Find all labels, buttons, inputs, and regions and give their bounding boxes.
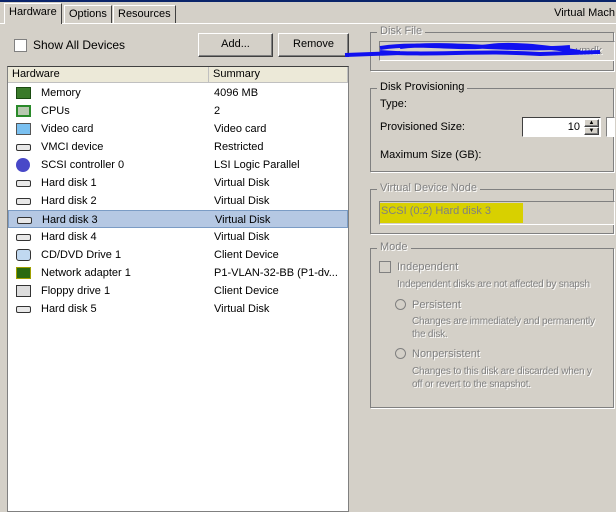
device-name: Hard disk 1: [41, 177, 97, 189]
device-name: CPUs: [41, 105, 70, 117]
device-summary: Client Device: [214, 249, 279, 261]
device-row[interactable]: Memory 4096 MB: [8, 84, 348, 102]
device-row[interactable]: Hard disk 5 Virtual Disk: [8, 300, 348, 318]
device-row[interactable]: Hard disk 1 Virtual Disk: [8, 174, 348, 192]
device-summary: Client Device: [214, 285, 279, 297]
monitor-icon: [16, 123, 31, 135]
column-header-hardware[interactable]: Hardware: [8, 67, 209, 83]
device-row[interactable]: Hard disk 3 Virtual Disk: [8, 210, 348, 228]
device-name: Hard disk 5: [41, 303, 97, 315]
tab-resources[interactable]: Resources: [113, 5, 176, 23]
memory-icon: [16, 87, 31, 99]
device-icon: [16, 144, 31, 151]
nonpersistent-label: Nonpersistent: [412, 348, 480, 360]
tab-hardware[interactable]: Hardware: [4, 3, 62, 24]
window-top-border: [0, 0, 616, 2]
hard-disk-icon: [16, 234, 31, 241]
device-name: Hard disk 3: [42, 214, 98, 226]
persistent-description-1: Changes are immediately and permanently: [412, 316, 595, 327]
provisioned-size-input[interactable]: 10 ▲ ▼: [522, 117, 601, 137]
hard-disk-icon: [16, 306, 31, 313]
device-name: Floppy drive 1: [41, 285, 111, 297]
device-summary: 2: [214, 105, 221, 117]
cd-dvd-icon: [16, 249, 31, 261]
device-row[interactable]: CPUs 2: [8, 102, 348, 120]
hardware-list[interactable]: Hardware Summary Memory 4096 MB CPUs 2 Video…: [7, 66, 349, 512]
spin-down-button[interactable]: ▼: [584, 127, 599, 135]
device-row[interactable]: SCSI controller 0 LSI Logic Parallel: [8, 156, 348, 174]
device-row[interactable]: Hard disk 2 Virtual Disk: [8, 192, 348, 210]
device-name: Memory: [41, 87, 81, 99]
device-row[interactable]: Video card Video card: [8, 120, 348, 138]
floppy-icon: [16, 285, 31, 297]
virtual-device-node-title: Virtual Device Node: [377, 182, 481, 194]
device-row[interactable]: Hard disk 4 Virtual Disk: [8, 228, 348, 246]
disk-provisioning-title: Disk Provisioning: [377, 81, 468, 93]
mode-title: Mode: [377, 241, 411, 253]
hard-disk-icon: [16, 198, 31, 205]
provisioned-size-value: 10: [567, 121, 580, 133]
add-button[interactable]: Add...: [198, 33, 273, 57]
device-row[interactable]: Network adapter 1 P1-VLAN-32-BB (P1-dv...: [8, 264, 348, 282]
scsi-controller-icon: [16, 158, 30, 172]
device-summary: Restricted: [214, 141, 264, 153]
show-all-devices-label: Show All Devices: [33, 38, 126, 52]
maximum-size-label: Maximum Size (GB):: [380, 149, 482, 161]
device-name: VMCI device: [41, 141, 104, 153]
nonpersistent-description-2: off or revert to the snapshot.: [412, 379, 531, 390]
size-unit-select[interactable]: [606, 117, 615, 137]
device-summary: Virtual Disk: [214, 195, 270, 207]
device-summary: P1-VLAN-32-BB (P1-dv...: [214, 267, 338, 279]
window-title: Virtual Mach: [554, 7, 615, 19]
remove-button[interactable]: Remove: [278, 33, 349, 57]
device-row[interactable]: VMCI device Restricted: [8, 138, 348, 156]
nonpersistent-radio[interactable]: [395, 348, 406, 359]
type-label: Type:: [380, 98, 407, 110]
column-header-summary[interactable]: Summary: [209, 67, 348, 83]
device-summary: Video card: [214, 123, 267, 135]
network-adapter-icon: [16, 267, 31, 279]
device-name: Video card: [41, 123, 94, 135]
cpu-icon: [16, 105, 31, 117]
independent-checkbox[interactable]: [379, 261, 391, 273]
device-summary: Virtual Disk: [214, 303, 270, 315]
device-summary: Virtual Disk: [214, 231, 270, 243]
device-name: SCSI controller 0: [41, 159, 125, 171]
show-all-devices-checkbox[interactable]: [14, 39, 27, 52]
device-summary: LSI Logic Parallel: [214, 159, 300, 171]
persistent-description-2: the disk.: [412, 329, 448, 340]
device-name: Hard disk 4: [41, 231, 97, 243]
persistent-radio[interactable]: [395, 299, 406, 310]
disk-file-title: Disk File: [377, 25, 426, 37]
device-name: Hard disk 2: [41, 195, 97, 207]
independent-label: Independent: [397, 261, 459, 273]
hard-disk-icon: [16, 180, 31, 187]
device-summary: Virtual Disk: [215, 214, 271, 226]
device-name: Network adapter 1: [41, 267, 131, 279]
device-row[interactable]: Floppy drive 1 Client Device: [8, 282, 348, 300]
device-row[interactable]: CD/DVD Drive 1 Client Device: [8, 246, 348, 264]
tab-options[interactable]: Options: [64, 5, 112, 23]
device-name: CD/DVD Drive 1: [41, 249, 122, 261]
virtual-device-node-select: SCSI (0:2) Hard disk 3: [379, 201, 615, 225]
hard-disk-icon: [17, 217, 32, 224]
nonpersistent-description-1: Changes to this disk are discarded when …: [412, 366, 592, 377]
independent-description: Independent disks are not affected by sn…: [397, 279, 590, 290]
device-summary: 4096 MB: [214, 87, 259, 99]
virtual-device-node-value: SCSI (0:2) Hard disk 3: [380, 203, 523, 223]
spin-up-button[interactable]: ▲: [584, 119, 599, 127]
persistent-label: Persistent: [412, 299, 461, 311]
redaction-scribble: [344, 42, 601, 57]
device-summary: Virtual Disk: [214, 177, 270, 189]
tab-divider: [0, 23, 616, 24]
provisioned-size-label: Provisioned Size:: [380, 121, 465, 133]
